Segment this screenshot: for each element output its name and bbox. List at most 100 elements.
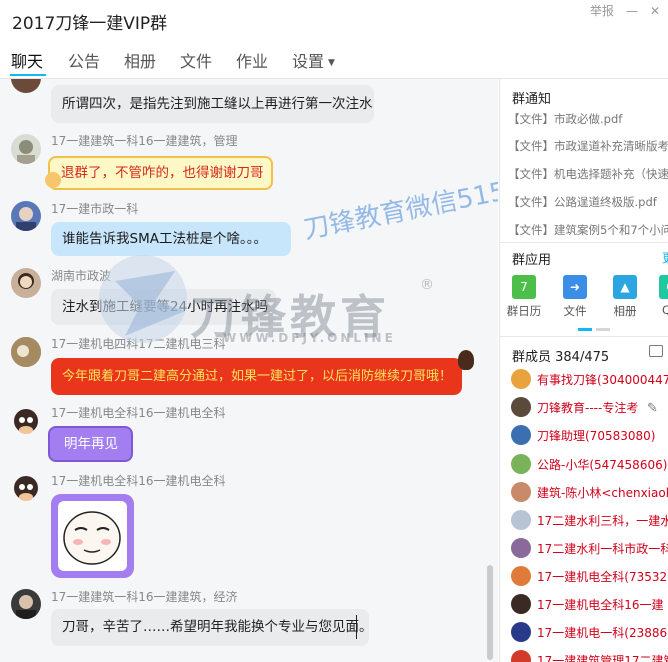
member-item[interactable]: 17二建水利三科，一建水: [511, 508, 668, 532]
avatar[interactable]: [11, 472, 41, 502]
photo-icon: ▲: [613, 275, 637, 299]
member-item[interactable]: 建筑-陈小林<chenxiaolin8: [511, 480, 668, 504]
file-upload-icon: ➜: [563, 275, 587, 299]
avatar: [511, 650, 531, 662]
member-name: 17一建机电全科(7353215: [537, 569, 668, 584]
edit-icon[interactable]: ✎: [647, 401, 658, 416]
apps-more-link[interactable]: 更: [662, 249, 668, 266]
app-album[interactable]: ▲ 相册: [605, 275, 645, 319]
tab-files[interactable]: 文件: [180, 48, 212, 72]
close-button[interactable]: ✕: [650, 3, 660, 19]
avatar[interactable]: [11, 337, 41, 367]
divider: [500, 336, 668, 337]
notice-item[interactable]: 【文件】机电选择题补充（快速: [508, 166, 668, 182]
member-name: 刀锋教育----专注考: [537, 400, 639, 415]
avatar: [511, 482, 531, 502]
avatar: [511, 425, 531, 445]
member-search-icon[interactable]: [649, 345, 663, 357]
watermark-site: WWW.DFJY.ONLINE: [223, 331, 396, 345]
message-text: 所谓四次，是指先注到施工缝以上再进行第一次注水: [62, 96, 373, 112]
chat-area[interactable]: 所谓四次，是指先注到施工缝以上再进行第一次注水 17一建建筑一科16一建建筑，管…: [0, 79, 498, 662]
notice-item[interactable]: 【文件】公路逞道终极版.pdf: [508, 194, 657, 210]
avatar[interactable]: [11, 201, 41, 231]
app-calendar[interactable]: 7 群日历: [504, 275, 544, 319]
member-item[interactable]: 刀锋助理(70583080): [511, 423, 655, 447]
member-name: 17一建机电一科(2388616: [537, 625, 668, 640]
member-item[interactable]: 17一建建筑管理17二建管: [511, 648, 668, 662]
message-text: 注水到施工缝要等24小时再注水吗: [62, 299, 269, 315]
message-bubble[interactable]: 刀哥，辛苦了……希望明年我能换个专业与您见面。: [51, 609, 373, 646]
avatar-image: [14, 476, 38, 501]
avatar: [511, 594, 531, 614]
avatar[interactable]: [11, 134, 41, 164]
avatar[interactable]: [11, 405, 41, 435]
tab-settings[interactable]: 设置 ▼: [292, 48, 335, 72]
member-name: 公路-小华(547458606): [537, 457, 668, 472]
member-item[interactable]: 17一建机电全科16一建: [511, 592, 664, 616]
avatar: [511, 566, 531, 586]
avatar: [511, 538, 531, 558]
tab-bar: 聊天 公告 相册 文件 作业 设置 ▼: [0, 42, 668, 78]
notice-item[interactable]: 【文件】市政必做.pdf: [508, 111, 622, 127]
tab-homework[interactable]: 作业: [236, 48, 268, 72]
app-label: 文件: [563, 304, 587, 318]
avatar[interactable]: [11, 79, 41, 93]
avatar: [511, 369, 531, 389]
text-cursor: [356, 615, 357, 639]
sender-name: 17一建机电全科16一建机电全科: [51, 474, 226, 488]
app-qq[interactable]: Q QQ: [651, 275, 668, 317]
message-bubble[interactable]: 谁能告诉我SMA工法桩是个啥。。。: [51, 222, 291, 256]
sender-name: 湖南市政波: [51, 269, 112, 283]
message-bubble[interactable]: 退群了，不管咋的，也得谢谢刀哥: [48, 156, 273, 190]
watermark-registered: ®: [420, 277, 434, 293]
message-bubble[interactable]: 今年跟着刀哥二建高分通过，如果一建过了，以后消防继续刀哥哦！: [51, 358, 462, 395]
notice-item[interactable]: 【文件】市政逞道补充清晰版考: [508, 138, 668, 154]
sticker-message[interactable]: [51, 494, 134, 578]
member-item[interactable]: 刀锋教育----专注考: [511, 395, 638, 419]
chat-scrollbar[interactable]: [487, 565, 493, 660]
title-bar: 2017刀锋一建VIP群 举报 — ✕: [0, 0, 668, 40]
tab-album[interactable]: 相册: [124, 48, 156, 72]
active-tab-indicator: [10, 74, 46, 76]
member-name: 有事找刀锋(304000447): [537, 372, 668, 387]
chevron-down-icon: ▼: [328, 58, 335, 68]
member-item[interactable]: 公路-小华(547458606): [511, 452, 667, 476]
report-button[interactable]: 举报: [590, 3, 614, 19]
member-name: 17一建机电全科16一建: [537, 597, 664, 612]
member-item[interactable]: 17一建机电一科(2388616: [511, 620, 668, 644]
notice-item[interactable]: 【文件】建筑案例5个和7个小问: [508, 222, 668, 238]
members-title: 群成员 384/475: [512, 350, 610, 365]
avatar: [511, 397, 531, 417]
minimize-button[interactable]: —: [626, 3, 638, 19]
message-text: 今年跟着刀哥二建高分通过，如果一建过了，以后消防继续刀哥哦！: [62, 369, 453, 384]
avatar[interactable]: [11, 268, 41, 298]
app-label: 相册: [613, 304, 637, 318]
message-bubble[interactable]: 注水到施工缝要等24小时再注水吗: [51, 289, 276, 325]
member-name: 建筑-陈小林<chenxiaolin8: [537, 485, 668, 500]
apps-title: 群应用: [512, 253, 552, 268]
app-files[interactable]: ➜ 文件: [555, 275, 595, 319]
sender-name: 17一建建筑一科16一建建筑，管理: [51, 134, 238, 148]
divider: [500, 242, 668, 243]
tab-announcement[interactable]: 公告: [68, 48, 100, 72]
app-label: QQ: [662, 303, 668, 317]
tab-chat[interactable]: 聊天: [11, 48, 43, 72]
watermark-wechat: 刀锋教育微信51573558: [301, 160, 498, 246]
message-bubble[interactable]: 明年再见: [48, 426, 133, 462]
avatar: [511, 622, 531, 642]
avatar-image: [11, 337, 41, 367]
avatar[interactable]: [11, 589, 41, 619]
tab-settings-label: 设置: [292, 52, 325, 71]
member-name: 刀锋助理(70583080): [537, 428, 656, 443]
page-indicator: [596, 328, 610, 331]
avatar-image: [16, 595, 36, 619]
member-item[interactable]: 有事找刀锋(304000447): [511, 367, 668, 391]
message-text: 刀哥，辛苦了……希望明年我能换个专业与您见面。: [62, 619, 373, 635]
message-bubble[interactable]: 所谓四次，是指先注到施工缝以上再进行第一次注水: [51, 85, 374, 123]
app-label: 群日历: [506, 304, 542, 318]
message-text: 明年再见: [64, 436, 118, 452]
group-sidebar: 群通知 【文件】市政必做.pdf 【文件】市政逞道补充清晰版考 【文件】机电选择…: [499, 79, 668, 662]
member-item[interactable]: 17二建水利一科市政一科: [511, 536, 668, 560]
member-item[interactable]: 17一建机电全科(7353215: [511, 564, 668, 588]
avatar-image: [18, 273, 34, 289]
